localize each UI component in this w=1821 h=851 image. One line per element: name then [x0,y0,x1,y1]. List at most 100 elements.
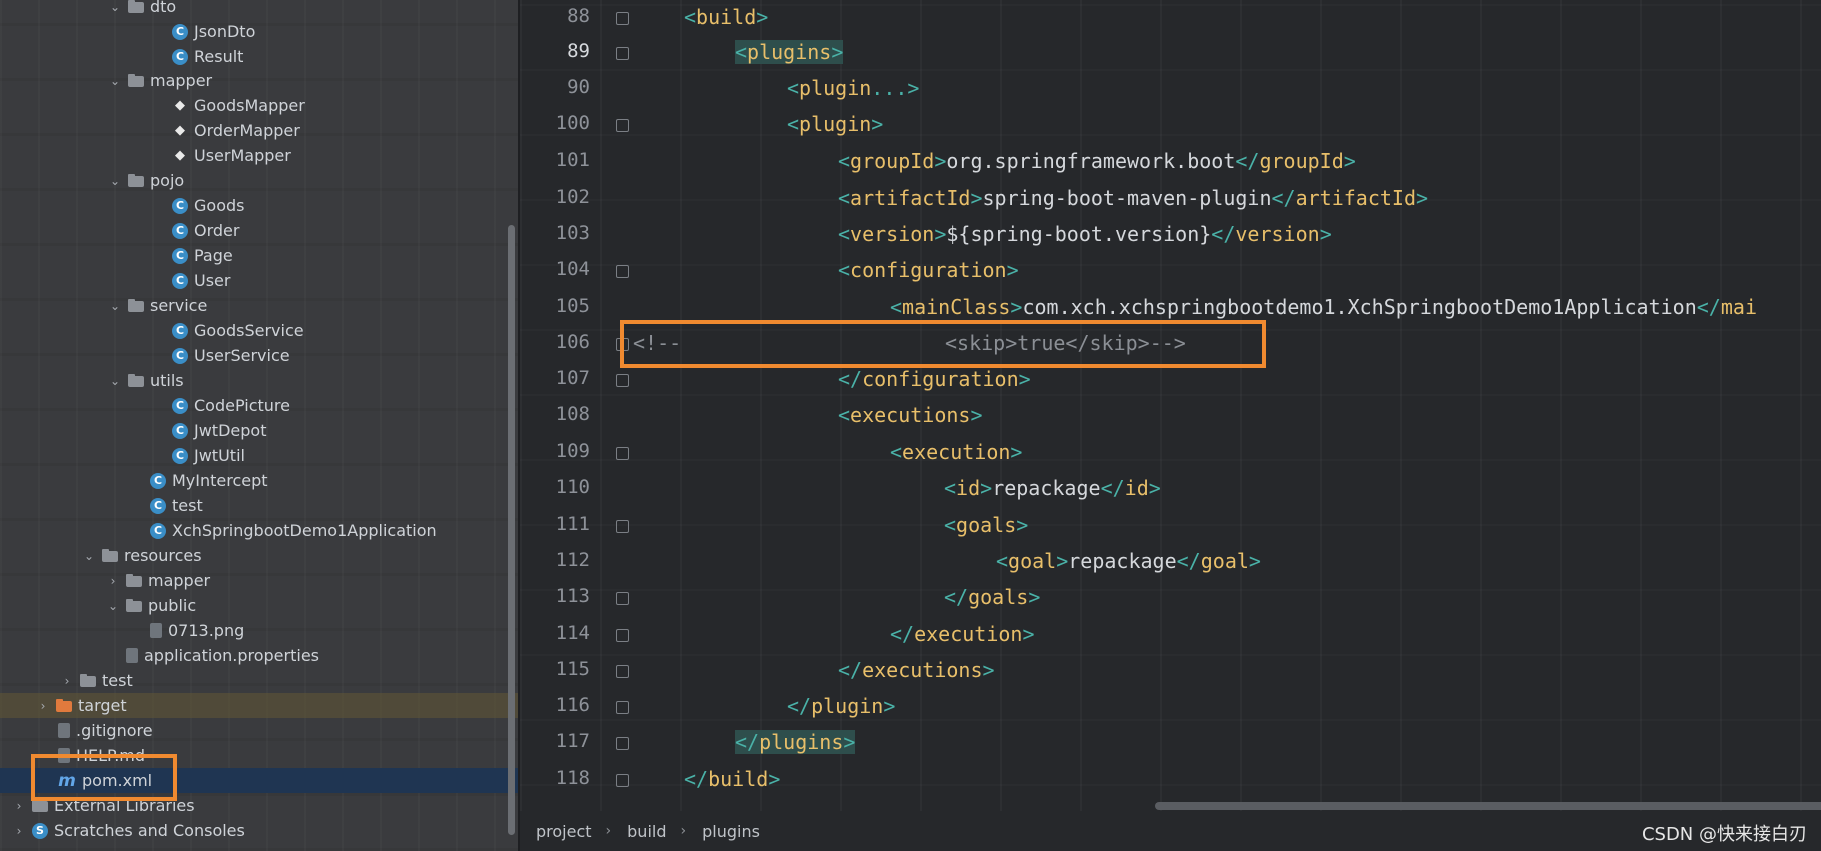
chevron-down-icon[interactable]: ⌄ [108,74,122,88]
code-line-116[interactable]: </plugin> [787,691,895,721]
fold-marker-icon[interactable] [616,374,629,387]
chevron-right-icon[interactable]: › [106,574,120,588]
tree-scrollbar[interactable] [508,225,515,835]
tree-item[interactable]: ⌄ pojo [0,168,520,193]
tree-item[interactable]: C UserService [0,343,520,368]
code-line-118[interactable]: </build> [684,764,780,794]
class-icon: C [150,497,166,514]
fold-marker-icon[interactable] [616,520,629,533]
folder-icon [128,173,144,189]
code-line-112[interactable]: <goal>repackage</goal> [996,546,1261,576]
tree-item[interactable]: C Page [0,243,520,268]
code-line-90[interactable]: <plugin...> [787,73,919,103]
fold-marker-icon[interactable] [616,119,629,132]
tree-item[interactable]: C Order [0,218,520,243]
chevron-down-icon[interactable]: ⌄ [108,0,122,14]
chevron-right-icon[interactable]: › [36,699,50,713]
code-line-114[interactable]: </execution> [890,619,1035,649]
line-number: 102 [555,186,590,208]
tree-item[interactable]: C GoodsService [0,318,520,343]
chevron-down-icon[interactable]: ⌄ [108,374,122,388]
class-icon: C [172,347,188,364]
code-line-113[interactable]: </goals> [944,582,1040,612]
code-line-111[interactable]: <goals> [944,510,1028,540]
code-line-108[interactable]: <executions> [838,400,983,430]
fold-marker-icon[interactable] [616,665,629,678]
tree-item[interactable]: Ctest [0,493,520,518]
tree-item[interactable]: ⌄ dto [0,0,520,19]
code-line-88[interactable]: <build> [684,2,768,32]
chevron-down-icon[interactable]: ⌄ [106,599,120,613]
fold-marker-icon[interactable] [616,592,629,605]
tree-item[interactable]: C XchSpringbootDemo1Application [0,518,520,543]
line-number: 90 [567,76,590,98]
tree-item[interactable]: C MyIntercept [0,468,520,493]
tree-item-label: User [194,271,231,290]
code-line-110[interactable]: <id>repackage</id> [944,473,1161,503]
code-line-105[interactable]: <mainClass>com.xch.xchspringbootdemo1.Xc… [890,292,1757,322]
line-number: 109 [555,440,590,462]
fold-marker-icon[interactable] [616,265,629,278]
breadcrumb-plugins[interactable]: plugins [702,822,760,841]
tree-item[interactable]: application.properties [0,643,520,668]
chevron-right-icon[interactable]: › [60,674,74,688]
chevron-down-icon[interactable]: ⌄ [108,174,122,188]
tree-item[interactable]: › test [0,668,520,693]
tree-item[interactable]: ⌄ public [0,593,520,618]
chevron-down-icon[interactable]: ⌄ [108,299,122,313]
tree-item[interactable]: ◆ GoodsMapper [0,93,520,118]
tree-item[interactable]: ⌄ service [0,293,520,318]
image-file-icon [150,623,162,638]
code-line-109[interactable]: <execution> [890,437,1022,467]
fold-marker-icon[interactable] [616,447,629,460]
tree-item[interactable]: ⌄ utils [0,368,520,393]
chevron-right-icon: › [605,823,612,839]
line-number: 112 [555,549,590,571]
tree-item[interactable]: .gitignore [0,718,520,743]
tree-item[interactable]: C JwtDepot [0,418,520,443]
tree-item[interactable]: C JwtUtil [0,443,520,468]
tree-item[interactable]: C CodePicture [0,393,520,418]
tree-item[interactable]: ⌄ resources [0,543,520,568]
code-line-115[interactable]: </executions> [838,655,995,685]
tree-item[interactable]: › S Scratches and Consoles [0,818,520,843]
line-number: 89 [567,40,590,62]
chevron-right-icon[interactable]: › [12,824,26,838]
editor-horizontal-scrollbar[interactable] [1155,802,1821,810]
code-line-101[interactable]: <groupId>org.springframework.boot</group… [838,146,1356,176]
chevron-right-icon[interactable]: › [12,799,26,813]
folder-icon [126,573,142,589]
class-icon: C [172,447,188,464]
tree-item[interactable]: C JsonDto [0,19,520,44]
tree-item[interactable]: C Result [0,44,520,69]
fold-marker-icon[interactable] [616,701,629,714]
code-line-107[interactable]: </configuration> [838,364,1031,394]
chevron-down-icon[interactable]: ⌄ [82,549,96,563]
tree-item[interactable]: ◆ OrderMapper [0,118,520,143]
fold-marker-icon[interactable] [616,737,629,750]
fold-marker-icon[interactable] [616,629,629,642]
code-line-104[interactable]: <configuration> [838,255,1019,285]
class-icon: C [172,397,188,414]
code-line-117[interactable]: </plugins> [735,727,856,757]
code-line-102[interactable]: <artifactId>spring-boot-maven-plugin</ar… [838,183,1428,213]
code-line-100[interactable]: <plugin> [787,109,883,139]
mapper-interface-icon: ◆ [175,123,185,138]
fold-marker-icon[interactable] [616,774,629,787]
tree-item[interactable]: C User [0,268,520,293]
properties-file-icon [126,648,138,663]
tree-item[interactable]: C Goods [0,193,520,218]
fold-marker-icon[interactable] [616,47,629,60]
fold-marker-icon[interactable] [616,12,629,25]
breadcrumb-project[interactable]: project [536,822,592,841]
code-editor[interactable]: 88 89 90 100 101 102 103 104 105 106 107 108 109 110 1… [520,0,1821,851]
tree-item[interactable]: › mapper [0,568,520,593]
tree-item[interactable]: ◆ UserMapper [0,143,520,168]
code-line-89[interactable]: <plugins> [735,37,844,67]
tree-item[interactable]: › target [0,693,520,718]
breadcrumb-build[interactable]: build [627,822,666,841]
code-line-103[interactable]: <version>${spring-boot.version}</version… [838,219,1332,249]
folder-icon [128,0,144,15]
tree-item[interactable]: 0713.png [0,618,520,643]
tree-item[interactable]: ⌄ mapper [0,68,520,93]
